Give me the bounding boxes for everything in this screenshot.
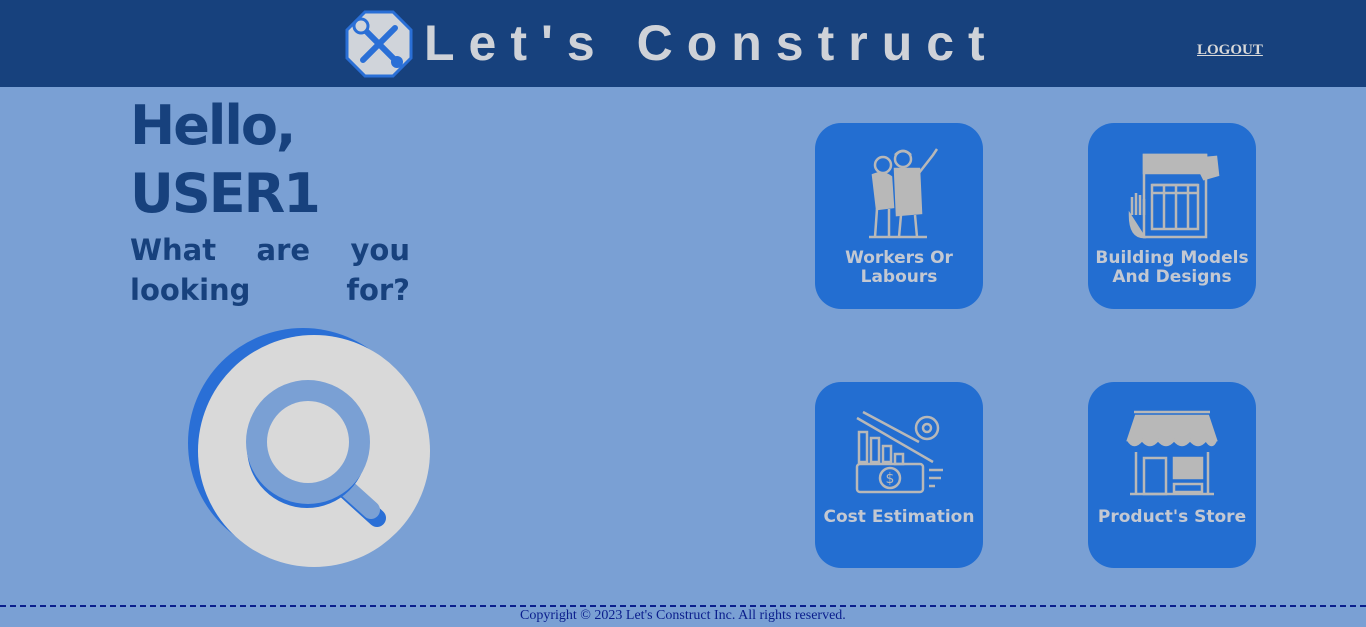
greeting-hello: Hello, xyxy=(130,94,296,157)
copyright-text: Copyright © 2023 Let's Construct Inc. Al… xyxy=(520,608,846,623)
footer: Copyright © 2023 Let's Construct Inc. Al… xyxy=(0,605,1366,627)
brand-title: Let's Construct xyxy=(424,15,999,71)
card-label: Product's Store xyxy=(1097,507,1247,527)
blueprint-icon xyxy=(1128,153,1220,239)
card-label: Cost Estimation xyxy=(823,507,975,527)
store-icon xyxy=(1126,410,1218,496)
search-prompt: What are you looking for? xyxy=(130,233,410,307)
svg-text:$: $ xyxy=(886,471,895,487)
workers-icon xyxy=(869,148,939,239)
header: Let's Construct LOGOUT xyxy=(0,0,1366,87)
cost-estimation-icon: $ xyxy=(855,410,943,494)
card-workers[interactable]: Workers Or Labours xyxy=(815,123,983,309)
card-cost-estimation[interactable]: $ Cost Estimation xyxy=(815,382,983,568)
card-label: Workers Or Labours xyxy=(845,248,953,287)
search-illustration-icon xyxy=(188,328,430,567)
greeting: Hello, USER1 xyxy=(130,92,321,228)
card-building-models[interactable]: Building Models And Designs xyxy=(1088,123,1256,309)
greeting-username: USER1 xyxy=(130,162,321,225)
card-products-store[interactable]: Product's Store xyxy=(1088,382,1256,568)
card-label: Building Models And Designs xyxy=(1095,248,1249,287)
wrench-screwdriver-icon xyxy=(345,10,413,78)
logout-link[interactable]: LOGOUT xyxy=(1197,42,1263,59)
